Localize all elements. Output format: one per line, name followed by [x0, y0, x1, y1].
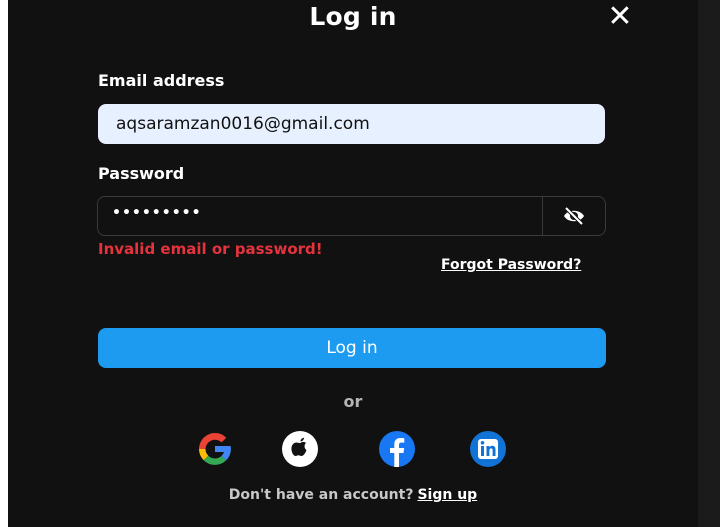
email-field[interactable]: aqsaramzan0016@gmail.com: [98, 104, 605, 144]
linkedin-icon: [470, 431, 506, 467]
facebook-login-button[interactable]: [376, 428, 418, 470]
eye-slash-icon: [564, 206, 584, 226]
close-icon[interactable]: ✕: [604, 2, 636, 34]
or-divider: or: [343, 392, 363, 411]
signup-prompt-text: Don't have an account?: [228, 487, 414, 503]
google-login-button[interactable]: [194, 428, 236, 470]
google-icon: [199, 433, 231, 465]
forgot-password-link[interactable]: Forgot Password?: [441, 257, 581, 273]
password-label: Password: [98, 164, 185, 183]
password-value: •••••••••: [112, 205, 202, 221]
login-button[interactable]: Log in: [98, 328, 606, 368]
background-edge: [698, 0, 720, 527]
linkedin-login-button[interactable]: [467, 428, 509, 470]
signup-prompt: Don't have an account? Sign up: [8, 487, 698, 503]
apple-login-button[interactable]: [279, 428, 321, 470]
toggle-password-visibility-button[interactable]: [542, 197, 605, 235]
email-label: Email address: [98, 71, 225, 90]
email-value: aqsaramzan0016@gmail.com: [116, 114, 370, 134]
modal-title: Log in: [309, 2, 397, 31]
error-message: Invalid email or password!: [98, 240, 323, 258]
signup-link[interactable]: Sign up: [417, 487, 477, 503]
facebook-icon: [379, 431, 415, 467]
login-modal: Log in ✕ Email address aqsaramzan0016@gm…: [8, 0, 698, 527]
password-field[interactable]: •••••••••: [97, 196, 606, 236]
apple-icon: [282, 431, 318, 467]
